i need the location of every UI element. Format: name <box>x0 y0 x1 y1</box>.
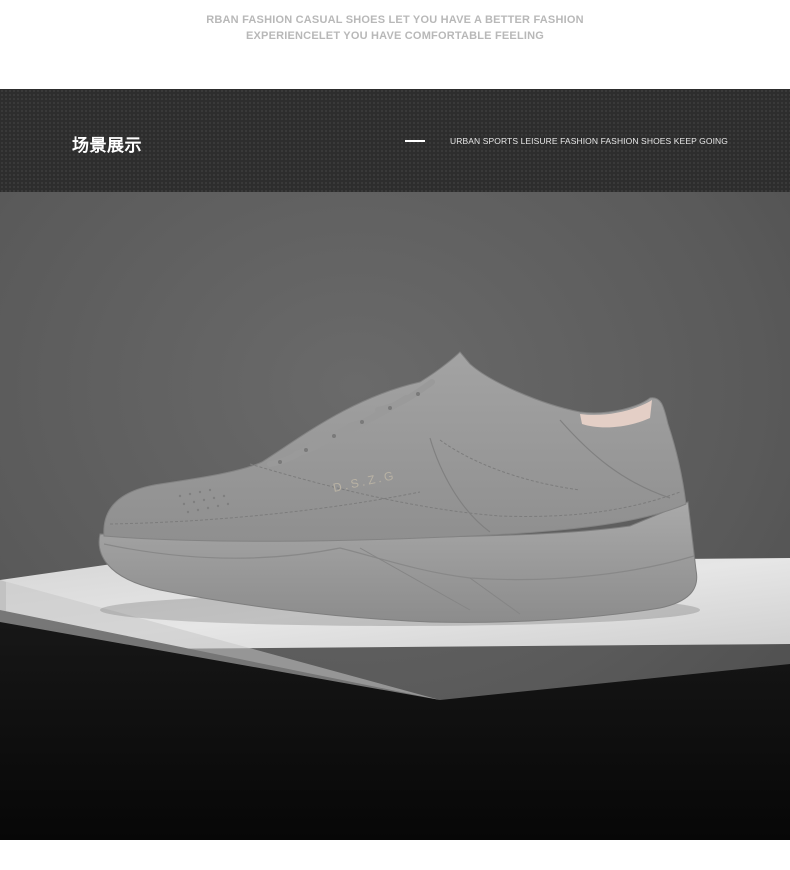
section-subtitle: URBAN SPORTS LEISURE FASHION FASHION SHO… <box>450 136 728 146</box>
product-scene: D.S.Z.G <box>0 192 790 840</box>
dash-divider <box>405 140 425 142</box>
section-title: 场景展示 <box>72 136 142 155</box>
top-tagline: RBAN FASHION CASUAL SHOES LET YOU HAVE A… <box>0 12 790 44</box>
tagline-line-1: RBAN FASHION CASUAL SHOES LET YOU HAVE A… <box>206 14 584 26</box>
section-header-band: 场景展示 URBAN SPORTS LEISURE FASHION FASHIO… <box>0 89 790 192</box>
tagline-line-2: EXPERIENCELET YOU HAVE COMFORTABLE FEELI… <box>245 30 545 42</box>
scene-illustration: D.S.Z.G <box>0 192 790 840</box>
